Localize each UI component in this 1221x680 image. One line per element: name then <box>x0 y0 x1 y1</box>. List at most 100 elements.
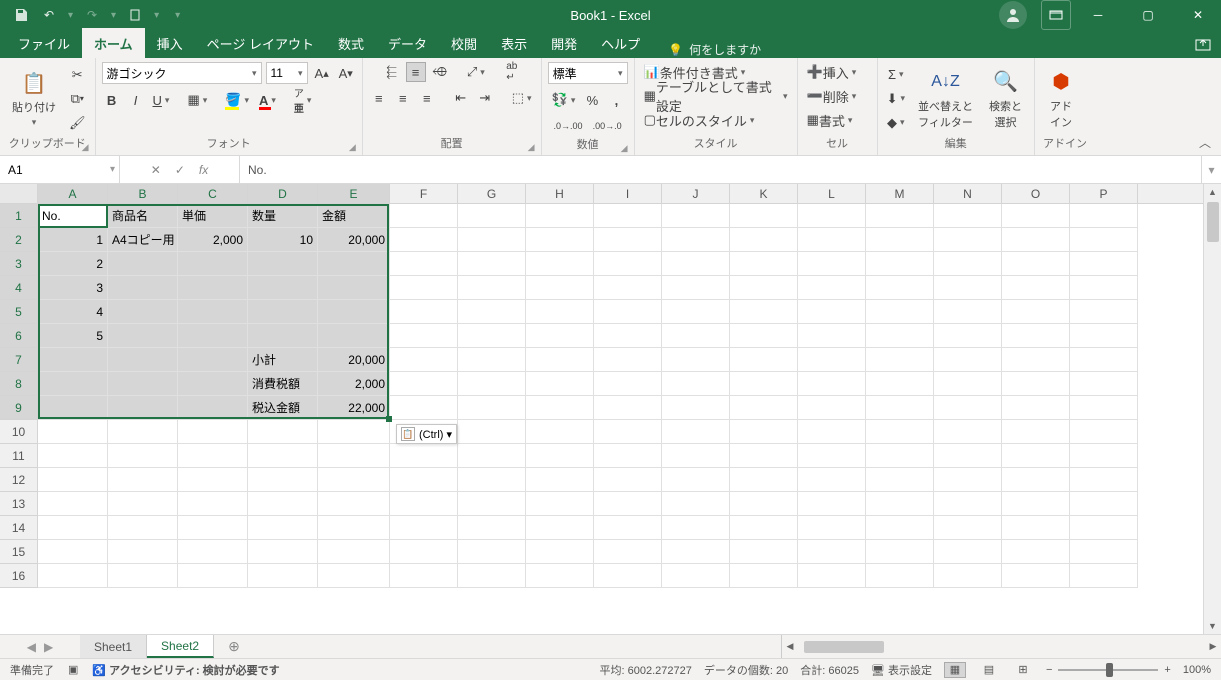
cell[interactable] <box>1002 300 1070 324</box>
cell[interactable] <box>1070 300 1138 324</box>
cut-button[interactable]: ✂ <box>66 65 89 85</box>
cell[interactable] <box>866 252 934 276</box>
cell[interactable] <box>1070 468 1138 492</box>
accounting-format-button[interactable]: 💱 <box>549 90 579 110</box>
cell[interactable] <box>730 540 798 564</box>
cell[interactable] <box>390 252 458 276</box>
cell[interactable] <box>1002 468 1070 492</box>
cell[interactable] <box>108 420 178 444</box>
cell[interactable] <box>662 252 730 276</box>
cell[interactable] <box>178 492 248 516</box>
row-header[interactable]: 12 <box>0 468 38 492</box>
row-header[interactable]: 9 <box>0 396 38 420</box>
cell[interactable] <box>662 396 730 420</box>
cell[interactable] <box>390 468 458 492</box>
cell-styles-button[interactable]: ▢ セルのスタイル <box>641 110 791 130</box>
zoom-slider[interactable] <box>1058 669 1158 671</box>
cell[interactable] <box>526 348 594 372</box>
align-center-button[interactable]: ≡ <box>393 88 413 108</box>
column-header[interactable]: H <box>526 184 594 203</box>
cell[interactable] <box>1070 204 1138 228</box>
cell[interactable] <box>458 228 526 252</box>
comma-button[interactable]: , <box>606 90 626 110</box>
cell[interactable] <box>730 372 798 396</box>
column-header[interactable]: E <box>318 184 390 203</box>
cell[interactable] <box>934 228 1002 252</box>
cell[interactable] <box>178 300 248 324</box>
cell[interactable] <box>38 348 108 372</box>
cell[interactable] <box>1070 540 1138 564</box>
row-header[interactable]: 6 <box>0 324 38 348</box>
cell[interactable] <box>1002 348 1070 372</box>
cell[interactable] <box>178 468 248 492</box>
paste-button[interactable]: 📋 貼り付け ▾ <box>6 67 62 130</box>
row-header[interactable]: 13 <box>0 492 38 516</box>
cell[interactable] <box>108 396 178 420</box>
column-header[interactable]: O <box>1002 184 1070 203</box>
cell[interactable] <box>798 276 866 300</box>
cell[interactable]: No. <box>38 204 108 228</box>
row-header[interactable]: 8 <box>0 372 38 396</box>
cell[interactable] <box>318 420 390 444</box>
insert-function-button[interactable]: fx <box>199 163 208 177</box>
cell[interactable] <box>390 396 458 420</box>
cell[interactable]: 1 <box>38 228 108 252</box>
sheet-nav[interactable]: ◀▶ <box>0 635 80 658</box>
cell[interactable] <box>108 300 178 324</box>
cell[interactable] <box>798 372 866 396</box>
cell[interactable] <box>1070 324 1138 348</box>
cell[interactable] <box>730 492 798 516</box>
cell[interactable] <box>526 252 594 276</box>
increase-indent-button[interactable]: ⇥ <box>475 88 495 108</box>
cell[interactable] <box>1070 372 1138 396</box>
cell[interactable] <box>730 252 798 276</box>
cell[interactable]: 2,000 <box>178 228 248 252</box>
cell[interactable] <box>318 324 390 348</box>
cell[interactable] <box>1070 420 1138 444</box>
phonetic-button[interactable]: ア亜 <box>291 90 315 110</box>
cell[interactable] <box>458 420 526 444</box>
cell[interactable] <box>866 348 934 372</box>
cell[interactable] <box>108 468 178 492</box>
cell[interactable] <box>526 468 594 492</box>
cell[interactable] <box>934 540 1002 564</box>
cell[interactable]: 5 <box>38 324 108 348</box>
cell[interactable] <box>1070 252 1138 276</box>
cell[interactable] <box>866 228 934 252</box>
tab-file[interactable]: ファイル <box>6 28 82 58</box>
cell[interactable] <box>248 516 318 540</box>
cell[interactable] <box>390 300 458 324</box>
cell[interactable] <box>934 516 1002 540</box>
cell[interactable] <box>458 372 526 396</box>
cell[interactable] <box>1002 228 1070 252</box>
cell[interactable] <box>730 444 798 468</box>
cell[interactable] <box>934 372 1002 396</box>
cell[interactable] <box>318 564 390 588</box>
row-header[interactable]: 10 <box>0 420 38 444</box>
cell[interactable] <box>934 204 1002 228</box>
cell[interactable]: 小計 <box>248 348 318 372</box>
cell[interactable] <box>798 564 866 588</box>
decrease-indent-button[interactable]: ⇤ <box>451 88 471 108</box>
cell[interactable] <box>594 228 662 252</box>
minimize-button[interactable]: ─ <box>1075 0 1121 30</box>
cell[interactable] <box>178 324 248 348</box>
align-top-button[interactable]: ⬱ <box>382 62 402 82</box>
cell[interactable] <box>108 564 178 588</box>
row-header[interactable]: 14 <box>0 516 38 540</box>
find-select-button[interactable]: 🔍 検索と 選択 <box>983 66 1028 132</box>
row-header[interactable]: 3 <box>0 252 38 276</box>
row-header[interactable]: 16 <box>0 564 38 588</box>
cell[interactable] <box>798 252 866 276</box>
cell[interactable] <box>38 540 108 564</box>
fill-button[interactable]: ⬇ <box>884 89 908 109</box>
cell[interactable] <box>458 324 526 348</box>
cell[interactable] <box>178 516 248 540</box>
page-layout-view-button[interactable]: ▤ <box>978 662 1000 678</box>
cell[interactable] <box>318 468 390 492</box>
cell[interactable] <box>390 540 458 564</box>
cell[interactable] <box>526 564 594 588</box>
cell[interactable]: 3 <box>38 276 108 300</box>
ribbon-display-options-icon[interactable] <box>1041 0 1071 30</box>
cell[interactable] <box>594 444 662 468</box>
